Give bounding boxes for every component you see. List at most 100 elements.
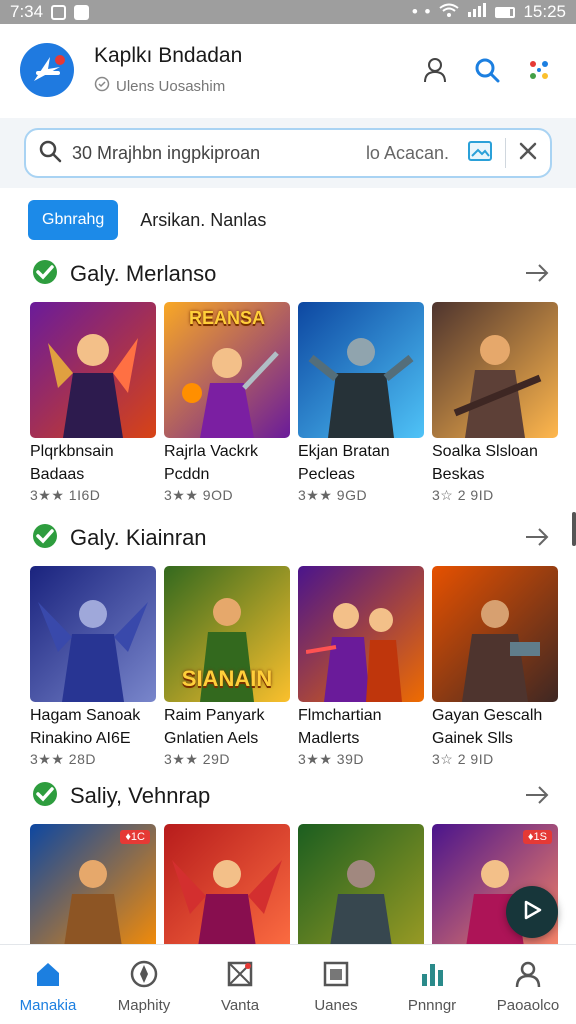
nav-item-home[interactable]: Manakia [0,945,96,1024]
apps-icon[interactable] [526,57,552,83]
home-icon [33,959,63,989]
game-meta: 3☆ 2 9ID [432,487,494,503]
battery-icon [495,6,516,18]
game-subname: Pcddn [164,466,210,483]
close-icon[interactable] [518,141,538,166]
nav-label: Paoaolco [496,997,560,1014]
game-thumbnail: ♦1C [30,824,156,960]
play-icon [521,899,543,926]
scroll-indicator[interactable] [572,512,576,546]
app-header: Kaplkı Bndadan Ulens Uosashim [0,24,576,116]
game-thumbnail: REANSA [164,302,290,438]
nav-item-stats[interactable]: Pnnngr [384,945,480,1024]
filter-chip[interactable]: Arsikan. Nanlas [140,210,266,231]
section-title: Galy. Merlanso [70,261,217,286]
game-thumbnail [30,566,156,702]
app-screen: 7:34 • • 15:25 Kaplkı Bndadan Ulens Uosa… [0,0,576,1024]
search-icon [38,139,62,168]
game-name: Flmchartian [298,707,382,724]
game-card[interactable]: Flmchartian Madlerts 3★★ 39D [298,566,424,768]
game-subname: Gnlatien Aels [164,730,259,747]
filter-bar: Gbnrahg Arsikan. Nanlas [28,200,266,240]
section-title: Galy. Kiainran [70,525,207,550]
app-title: Kaplkı Bndadan [94,44,243,67]
section-title: Saliy, Vehnrap [70,783,211,808]
nav-item-profile[interactable]: Paoaolco [480,945,576,1024]
game-name: Gayan Gescalh [432,707,543,724]
game-name: Rajrla Vackrk [164,443,258,460]
game-subname: Gainek Slls [432,730,513,747]
status-bar: 7:34 • • 15:25 [0,0,576,24]
game-card[interactable] [164,824,290,960]
game-name: Ekjan Bratan [298,443,390,460]
status-time-left: 7:34 [10,2,44,21]
nav-label: Manakia [19,997,77,1014]
game-name: Soalka Slsloan [432,443,538,460]
nav-label: Uanes [314,997,358,1014]
play-fab-button[interactable] [506,886,558,938]
search-bar[interactable]: 30 Mrajhbn ingpkiproan lo Acacan. [24,128,552,178]
game-card[interactable]: SIANAIN Raim Panyark Gnlatien Aels 3★★ 2… [164,566,290,768]
image-icon [225,959,255,989]
search-language-label[interactable]: lo Acacan. [366,143,449,164]
game-meta: 3★★ 9OD [164,487,234,503]
game-thumbnail [164,824,290,960]
game-thumbnail [30,302,156,438]
game-card[interactable]: REANSA Rajrla Vackrk Pcddn 3★★ 9OD [164,302,290,504]
game-card[interactable]: Soalka Slsloan Beskas 3☆ 2 9ID [432,302,558,504]
game-name: Plqrkbnsain [30,443,114,460]
section-1: Galy. Merlanso Plqrkbnsain Badaas 3★★ 1I… [0,254,576,504]
game-card[interactable]: Gayan Gescalh Gainek Slls 3☆ 2 9ID [432,566,558,768]
check-badge-icon [30,779,60,814]
game-card[interactable]: Ekjan Bratan Pecleas 3★★ 9GD [298,302,424,504]
section-3: Saliy, Vehnrap ♦1C ♦1S [0,776,576,960]
game-card[interactable]: Plqrkbnsain Badaas 3★★ 1I6D [30,302,156,504]
notification-icon [51,4,67,20]
check-badge-icon [30,257,60,292]
app-logo-icon [20,43,74,97]
game-card[interactable]: Hagam Sanoak Rinakino AI6E 3★★ 28D [30,566,156,768]
user-icon[interactable] [422,57,448,83]
game-thumbnail [298,302,424,438]
search-icon[interactable] [474,57,500,83]
game-meta: 3★★ 28D [30,751,96,767]
nav-item-media[interactable]: Vanta [192,945,288,1024]
profile-icon [513,959,543,989]
app-subtitle: Ulens Uosashim [116,77,226,95]
cell-signal-icon [467,2,487,22]
game-name: Hagam Sanoak [30,707,141,724]
game-card[interactable]: ♦1C [30,824,156,960]
game-banner-text: REANSA [188,308,266,328]
section-2: Galy. Kiainran Hagam Sanoak Rinakino AI6… [0,518,576,768]
game-thumbnail: SIANAIN [164,566,290,702]
game-thumbnail [432,302,558,438]
game-subname: Pecleas [298,466,355,483]
nav-item-windows[interactable]: Uanes [288,945,384,1024]
game-meta: 3★★ 29D [164,751,230,767]
arrow-right-icon[interactable] [524,262,550,289]
game-thumbnail [298,824,424,960]
image-search-icon[interactable] [467,139,493,168]
game-subname: Badaas [30,466,85,483]
game-subname: Madlerts [298,730,360,747]
game-thumbnail [432,566,558,702]
game-name: Raim Panyark [164,707,265,724]
arrow-right-icon[interactable] [524,784,550,811]
compass-icon [129,959,159,989]
nav-label: Vanta [220,997,260,1014]
arrow-right-icon[interactable] [524,526,550,553]
game-card[interactable] [298,824,424,960]
search-area: 30 Mrajhbn ingpkiproan lo Acacan. [0,118,576,188]
signal-dots-icon: • • [411,2,432,21]
game-meta: 3★★ 9GD [298,487,368,503]
game-thumbnail [298,566,424,702]
bottom-navigation: Manakia Maphity Vanta Uanes Pnnngr Paoao… [0,944,576,1024]
search-input[interactable]: 30 Mrajhbn ingpkiproan [72,143,366,164]
nav-item-explore[interactable]: Maphity [96,945,192,1024]
chart-icon [417,959,447,989]
verified-icon [94,76,110,96]
filter-chip-active[interactable]: Gbnrahg [28,200,119,240]
nav-label: Maphity [117,997,171,1014]
wifi-icon [439,2,460,22]
game-meta: 3★★ 39D [298,751,364,767]
